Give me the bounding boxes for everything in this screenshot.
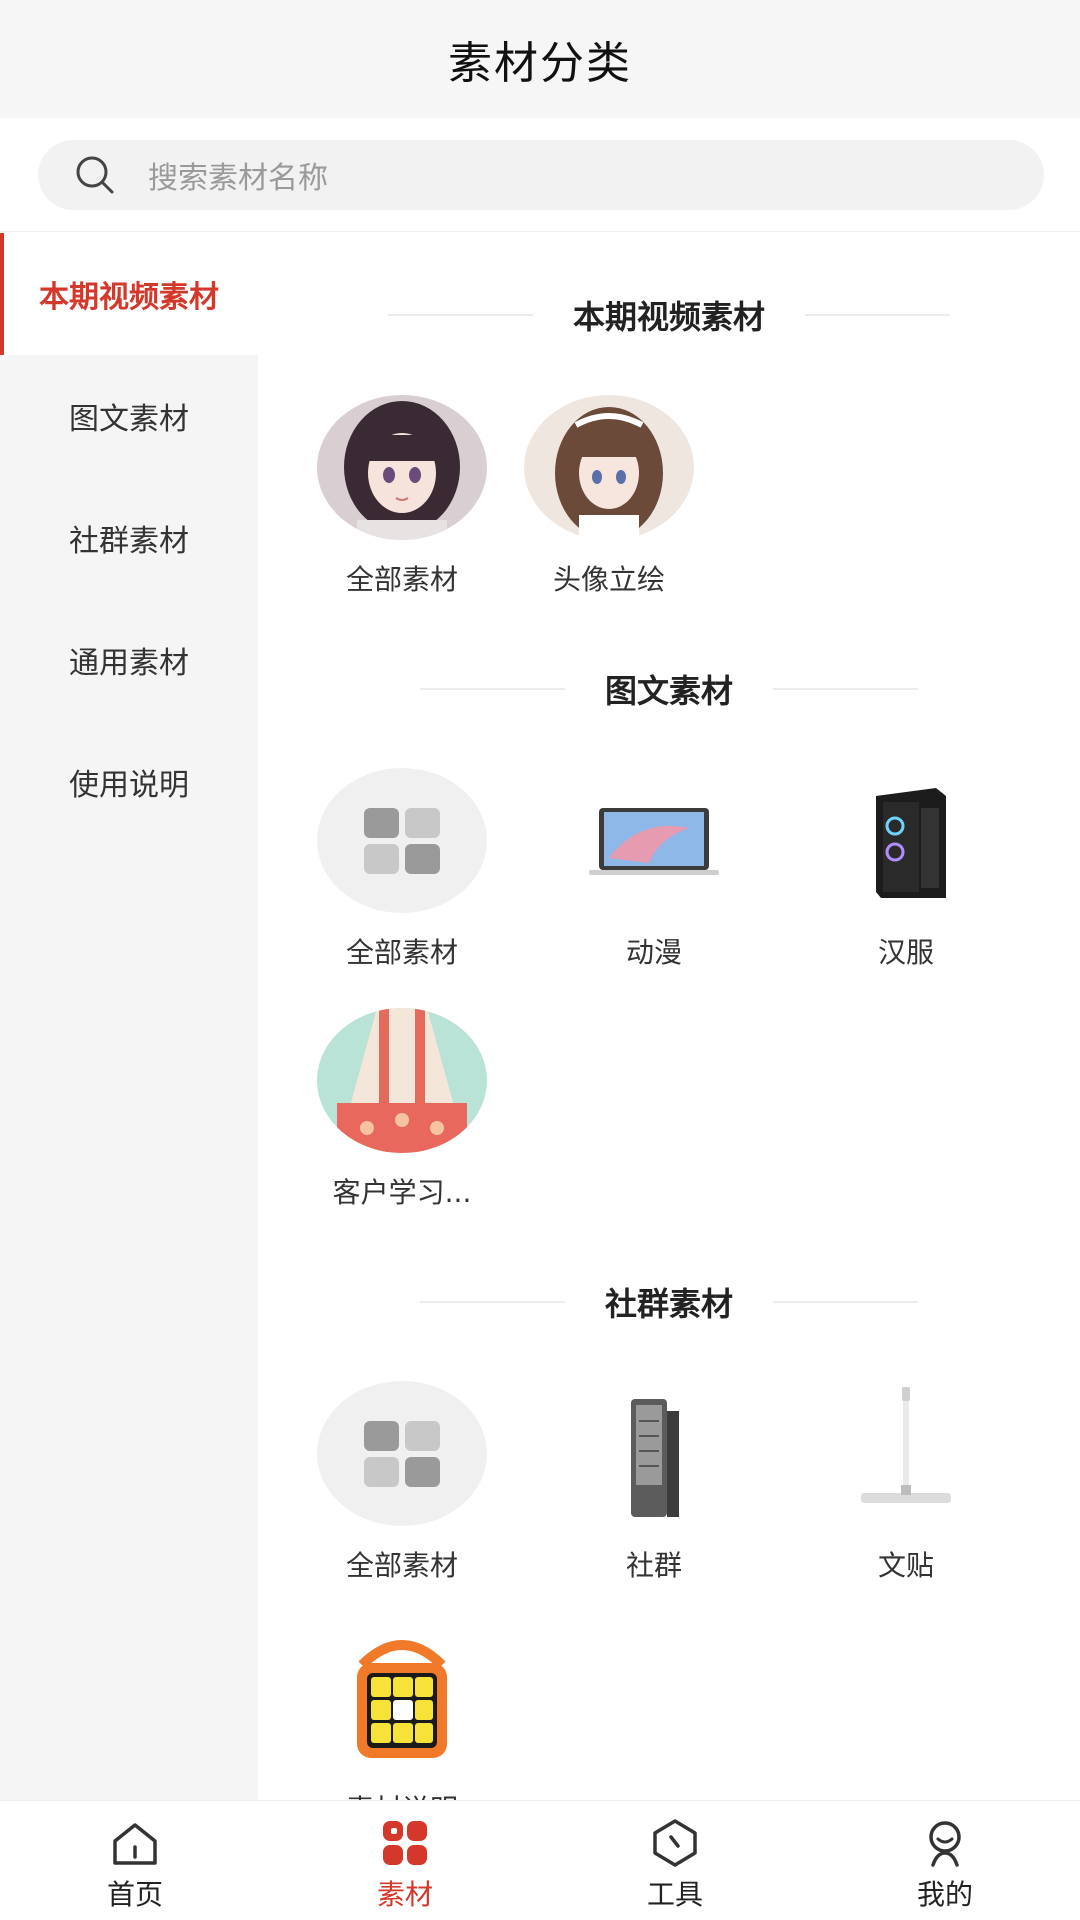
pc-tower-icon — [821, 768, 991, 913]
search-input[interactable]: 搜索素材名称 — [38, 140, 1044, 210]
category-item[interactable]: 全部素材 — [302, 395, 502, 598]
category-item-label: 社群 — [625, 1549, 682, 1582]
section-title: 社群素材 — [604, 1285, 733, 1323]
home-icon — [113, 1823, 157, 1865]
user-icon — [929, 1821, 961, 1867]
tab-mine[interactable]: 我的 — [810, 1801, 1080, 1920]
category-item[interactable]: 素材说明 — [302, 1625, 502, 1800]
search-icon — [76, 156, 114, 194]
sidebar-item-general[interactable]: 通用素材 — [0, 599, 258, 721]
category-item[interactable]: 文贴 — [806, 1381, 1006, 1584]
sidebar-item-community[interactable]: 社群素材 — [0, 477, 258, 599]
mop-icon — [821, 1381, 991, 1526]
tab-home[interactable]: 首页 — [0, 1801, 270, 1920]
grid-icon — [317, 768, 487, 913]
divider — [387, 314, 533, 316]
category-item-label: 头像立绘 — [552, 563, 665, 596]
search-placeholder: 搜索素材名称 — [148, 161, 328, 196]
category-content: 本期视频素材 全部素材 头像立绘 图文素材 全部素材 动漫 汉服 客户学习...… — [258, 233, 1080, 1800]
tab-tools[interactable]: 工具 — [540, 1801, 810, 1920]
divider — [805, 314, 950, 316]
category-item-label: 动漫 — [625, 936, 682, 969]
sidebar-item-video[interactable]: 本期视频素材 — [0, 233, 258, 355]
tab-materials[interactable]: 素材 — [270, 1801, 540, 1920]
tab-label: 首页 — [106, 1878, 163, 1911]
category-item-label: 文贴 — [877, 1549, 934, 1582]
grid-icon — [317, 1381, 487, 1526]
category-item[interactable]: 客户学习... — [302, 1008, 502, 1211]
laptop-icon — [569, 768, 739, 913]
category-item-label: 客户学习... — [332, 1176, 472, 1209]
section-title: 图文素材 — [604, 672, 733, 710]
sidebar-item-label: 使用说明 — [69, 768, 189, 803]
section-title: 本期视频素材 — [572, 298, 765, 336]
category-item-label: 素材说明 — [302, 1788, 502, 1800]
tab-label: 素材 — [376, 1878, 433, 1911]
bottom-tab-bar: 首页 素材 工具 我的 — [0, 1800, 1080, 1920]
compass-icon — [653, 1819, 697, 1867]
sidebar-item-graphic[interactable]: 图文素材 — [0, 355, 258, 477]
sidebar-item-label: 本期视频素材 — [39, 280, 219, 315]
section-header-graphic: 图文素材 — [258, 664, 1080, 714]
category-item-label: 全部素材 — [345, 1549, 458, 1582]
sidebar-item-label: 通用素材 — [69, 646, 189, 681]
search-bar-container: 搜索素材名称 — [0, 118, 1080, 232]
anime-girl-portrait-image — [317, 395, 487, 540]
category-item[interactable]: 动漫 — [554, 768, 754, 971]
sidebar-item-instructions[interactable]: 使用说明 — [0, 721, 258, 843]
divider — [419, 688, 565, 690]
apps-icon — [383, 1821, 427, 1865]
category-item[interactable]: 全部素材 — [302, 768, 502, 971]
divider — [419, 1301, 565, 1303]
hanfu-skirt-image — [317, 1008, 487, 1153]
section-header-community: 社群素材 — [258, 1277, 1080, 1327]
page-title: 素材分类 — [448, 38, 632, 89]
category-item[interactable]: 头像立绘 — [509, 395, 709, 598]
anime-girl-maid-image — [524, 395, 694, 540]
sidebar-item-label: 社群素材 — [69, 524, 189, 559]
tab-label: 工具 — [646, 1878, 703, 1911]
category-item[interactable]: 社群 — [554, 1381, 754, 1584]
tool-case-icon — [569, 1381, 739, 1526]
cube-speaker-icon — [317, 1625, 487, 1770]
section-header-video: 本期视频素材 — [258, 290, 1080, 340]
category-item-label: 汉服 — [877, 936, 934, 969]
tab-label: 我的 — [916, 1878, 973, 1911]
category-item-label: 全部素材 — [345, 563, 458, 596]
divider — [773, 688, 918, 690]
category-item[interactable]: 汉服 — [806, 768, 1006, 971]
sidebar-item-label: 图文素材 — [69, 402, 189, 437]
category-sidebar: 本期视频素材 图文素材 社群素材 通用素材 使用说明 — [0, 233, 258, 1800]
category-item[interactable]: 全部素材 — [302, 1381, 502, 1584]
category-item-label: 全部素材 — [345, 936, 458, 969]
divider — [773, 1301, 918, 1303]
top-bar: 素材分类 — [0, 0, 1080, 118]
